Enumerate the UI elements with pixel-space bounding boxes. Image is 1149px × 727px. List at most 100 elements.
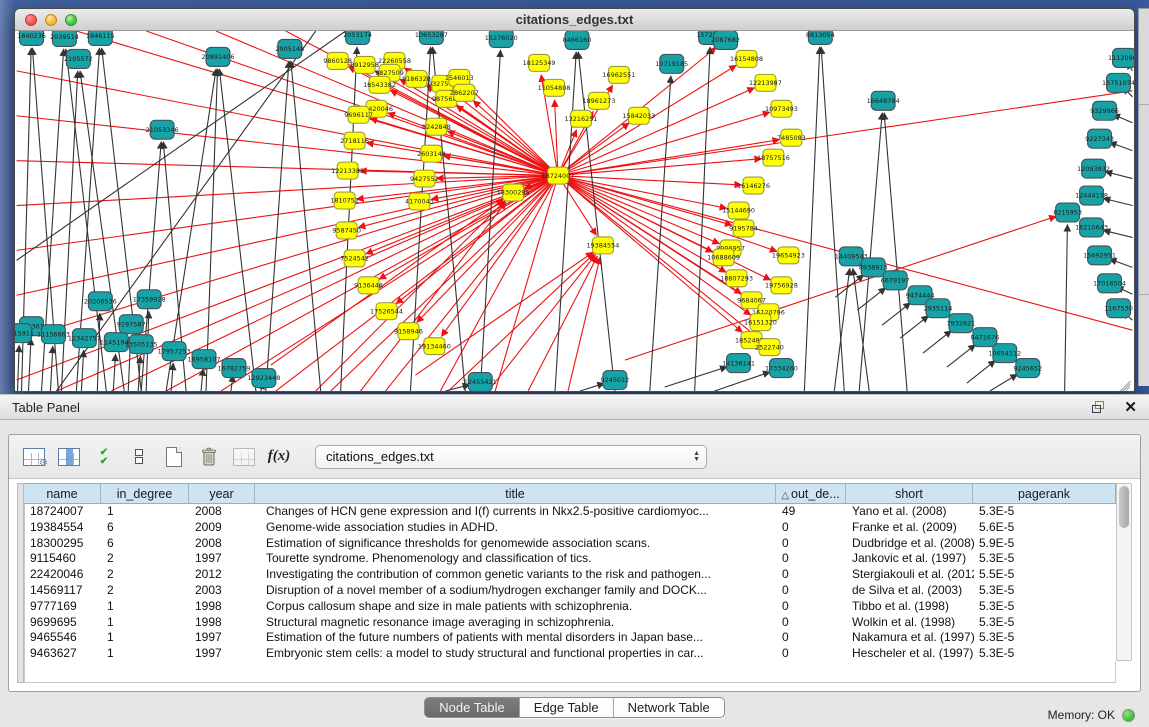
network-node[interactable]: 9587450 bbox=[332, 222, 361, 239]
function-builder-icon[interactable]: f(x) bbox=[266, 444, 292, 470]
network-node[interactable]: 2603144 bbox=[417, 145, 446, 162]
network-node[interactable]: 20206536 bbox=[84, 292, 117, 311]
network-node[interactable]: 15751074 bbox=[1102, 73, 1134, 92]
table-row[interactable]: 1456911722003Disruption of a novel membe… bbox=[25, 583, 1116, 599]
network-node[interactable]: 2087682 bbox=[711, 31, 740, 49]
column-header-pagerank[interactable]: pagerank bbox=[973, 484, 1115, 503]
table-row[interactable]: 977716911998Corpus callosum shape and si… bbox=[25, 599, 1116, 615]
network-node[interactable]: 12923448 bbox=[247, 369, 280, 388]
network-node[interactable]: 2935114 bbox=[924, 299, 953, 318]
network-node[interactable]: 19134460 bbox=[418, 338, 451, 355]
network-node[interactable]: 9427552 bbox=[410, 170, 439, 187]
network-node[interactable]: 10653287 bbox=[415, 31, 448, 44]
network-node[interactable]: 7932621 bbox=[947, 314, 976, 333]
network-node[interactable]: 2905148 bbox=[275, 39, 304, 58]
network-node[interactable]: 15144690 bbox=[722, 202, 755, 219]
network-node[interactable]: 11156863 bbox=[37, 325, 70, 344]
network-node[interactable]: 2522740 bbox=[755, 339, 784, 356]
network-node[interactable]: 8813054 bbox=[806, 31, 835, 44]
table-row[interactable]: 1872400712008Changes of HCN gene express… bbox=[25, 504, 1116, 520]
network-node[interactable]: 17359928 bbox=[133, 290, 166, 309]
network-node[interactable]: 19654923 bbox=[772, 247, 805, 264]
network-node[interactable]: 9696117 bbox=[344, 106, 373, 123]
table-row[interactable]: 969969511998Structural magnetic resonanc… bbox=[25, 615, 1116, 631]
close-traffic-light-icon[interactable] bbox=[25, 14, 37, 26]
table-row[interactable]: 1938455462009Genome-wide association stu… bbox=[25, 520, 1116, 536]
network-node[interactable]: 15276020 bbox=[485, 31, 518, 47]
float-panel-icon[interactable] bbox=[1092, 401, 1106, 414]
network-node[interactable]: 12213383 bbox=[331, 162, 364, 179]
network-node[interactable]: 6679197 bbox=[881, 271, 910, 290]
network-node[interactable]: 7485083 bbox=[777, 129, 806, 146]
select-columns-icon[interactable]: ✔✔ bbox=[91, 444, 117, 470]
window-titlebar[interactable]: citations_edges.txt bbox=[15, 9, 1134, 31]
network-node[interactable]: 13505135 bbox=[125, 335, 158, 354]
table-row[interactable]: 1830029562008Estimation of significance … bbox=[25, 536, 1116, 552]
network-node[interactable]: 17334260 bbox=[765, 359, 798, 378]
column-header-year[interactable]: year bbox=[189, 484, 255, 503]
network-node[interactable]: 8471676 bbox=[970, 328, 999, 347]
column-header-indegree[interactable]: in_degree bbox=[101, 484, 189, 503]
row-height-icon[interactable] bbox=[126, 444, 152, 470]
new-table-icon[interactable] bbox=[161, 444, 187, 470]
delete-table-icon[interactable] bbox=[196, 444, 222, 470]
column-header-short[interactable]: short bbox=[846, 484, 973, 503]
column-header-outde[interactable]: △out_de... bbox=[776, 484, 846, 503]
network-node[interactable]: 9158946 bbox=[394, 323, 423, 340]
network-node[interactable]: 14136141 bbox=[722, 354, 755, 373]
network-node[interactable]: 18757516 bbox=[757, 149, 790, 166]
network-node[interactable]: 9242848 bbox=[422, 118, 451, 135]
network-node[interactable]: 9860128 bbox=[323, 52, 352, 69]
network-node[interactable]: 10654112 bbox=[988, 344, 1021, 363]
network-node[interactable]: 16648784 bbox=[867, 91, 900, 110]
network-node[interactable]: 9227343 bbox=[1085, 129, 1114, 148]
network-node[interactable]: 9195784 bbox=[729, 220, 758, 237]
network-node[interactable]: 16154808 bbox=[730, 50, 763, 67]
network-node[interactable]: 9245652 bbox=[1013, 359, 1042, 378]
network-node[interactable]: 12213987 bbox=[749, 74, 782, 91]
show-columns-icon[interactable] bbox=[56, 444, 82, 470]
table-settings-icon[interactable]: ⚙ bbox=[21, 444, 47, 470]
network-canvas[interactable]: 1872400718300295193845549860128891295822… bbox=[15, 31, 1134, 391]
network-graph[interactable]: 1872400718300295193845549860128891295822… bbox=[15, 31, 1134, 391]
network-node[interactable]: 2039514 bbox=[50, 31, 79, 46]
network-node[interactable]: 1846115 bbox=[86, 31, 115, 45]
network-node[interactable]: 2053174 bbox=[343, 31, 372, 44]
network-node[interactable]: 3915911 bbox=[15, 324, 34, 343]
network-node[interactable]: 8215953 bbox=[1053, 203, 1082, 222]
network-node[interactable]: 18961273 bbox=[582, 92, 615, 109]
network-node[interactable]: 16958107 bbox=[188, 350, 221, 369]
network-node[interactable]: 9329966 bbox=[1090, 101, 1119, 120]
table-row[interactable]: 946362711997Embryonic stem cells: a mode… bbox=[25, 646, 1116, 662]
network-node[interactable]: 2105572 bbox=[64, 49, 93, 68]
network-node[interactable]: 12342757 bbox=[68, 329, 101, 348]
zoom-traffic-light-icon[interactable] bbox=[65, 14, 77, 26]
network-node[interactable]: 11120905 bbox=[1108, 48, 1134, 67]
network-node[interactable]: 9245012 bbox=[600, 371, 629, 390]
network-node[interactable]: 10973493 bbox=[765, 100, 798, 117]
network-node[interactable]: 4170043 bbox=[405, 193, 434, 210]
network-node[interactable]: 10719185 bbox=[655, 54, 688, 73]
network-node[interactable]: 17957253 bbox=[158, 342, 191, 361]
close-panel-icon[interactable]: ✕ bbox=[1124, 401, 1137, 414]
minimize-traffic-light-icon[interactable] bbox=[45, 14, 57, 26]
network-node[interactable]: 7524542 bbox=[340, 250, 369, 267]
network-node[interactable]: 16962551 bbox=[602, 66, 635, 83]
network-node[interactable]: 8466160 bbox=[563, 31, 592, 49]
network-node[interactable]: 8186328 bbox=[402, 70, 431, 87]
network-node[interactable]: 16782759 bbox=[217, 359, 250, 378]
network-node[interactable]: 15692951 bbox=[1083, 246, 1116, 265]
scrollbar-thumb[interactable] bbox=[1119, 486, 1129, 528]
network-node[interactable]: 1546013 bbox=[445, 69, 474, 86]
network-node[interactable]: 21053346 bbox=[146, 120, 179, 139]
network-node[interactable]: 20891406 bbox=[202, 47, 235, 66]
network-node[interactable]: 1167530 bbox=[1104, 299, 1133, 318]
table-vertical-scrollbar[interactable] bbox=[1116, 483, 1132, 661]
network-node[interactable]: 18125349 bbox=[523, 54, 556, 71]
resize-grip-icon[interactable] bbox=[1118, 375, 1132, 389]
network-node[interactable]: 2862207 bbox=[450, 84, 479, 101]
table-row[interactable]: 2242004622012Investigating the contribut… bbox=[25, 567, 1116, 583]
column-header-title[interactable]: title bbox=[255, 484, 776, 503]
network-node[interactable]: 12455421 bbox=[464, 373, 497, 391]
network-window[interactable]: citations_edges.txt 18724007183002951938… bbox=[14, 8, 1135, 392]
